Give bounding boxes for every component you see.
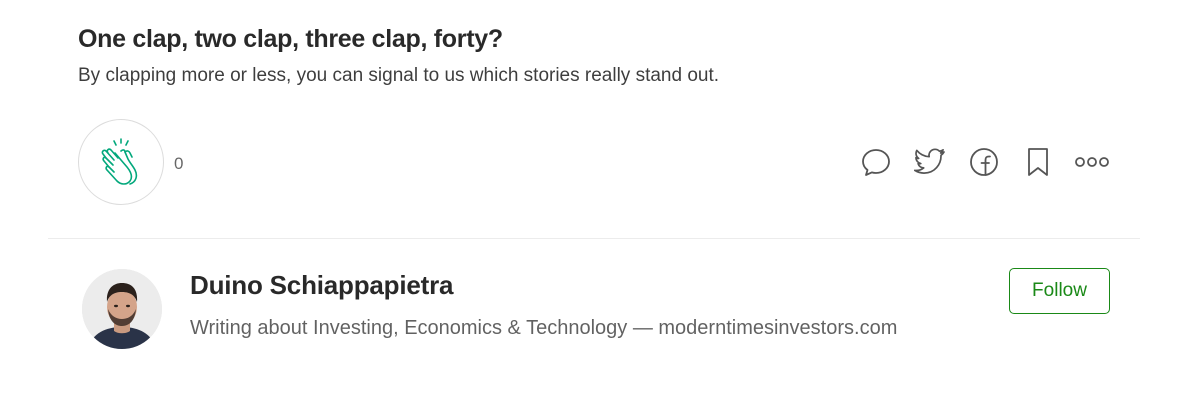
clap-prompt-title: One clap, two clap, three clap, forty? bbox=[78, 25, 503, 53]
follow-button[interactable]: Follow bbox=[1009, 268, 1110, 314]
share-facebook-button[interactable] bbox=[964, 143, 1004, 181]
author-name[interactable]: Duino Schiappapietra bbox=[190, 270, 453, 301]
more-options-button[interactable] bbox=[1072, 143, 1112, 181]
twitter-icon bbox=[913, 148, 945, 174]
story-actions bbox=[856, 143, 1112, 181]
section-divider bbox=[48, 238, 1140, 239]
author-bio: Writing about Investing, Economics & Tec… bbox=[190, 317, 898, 339]
share-twitter-button[interactable] bbox=[910, 143, 950, 181]
more-icon bbox=[1075, 157, 1109, 167]
bookmark-button[interactable] bbox=[1018, 143, 1058, 181]
comment-icon bbox=[862, 149, 890, 176]
author-avatar[interactable] bbox=[82, 269, 162, 349]
clap-icon bbox=[101, 138, 138, 185]
author-photo bbox=[82, 269, 162, 349]
bookmark-icon bbox=[1028, 148, 1048, 176]
clap-button[interactable] bbox=[78, 119, 164, 205]
facebook-icon bbox=[970, 148, 998, 176]
clap-count: 0 bbox=[174, 154, 184, 173]
clap-prompt-subtitle: By clapping more or less, you can signal… bbox=[78, 65, 720, 86]
comment-button[interactable] bbox=[856, 143, 896, 181]
